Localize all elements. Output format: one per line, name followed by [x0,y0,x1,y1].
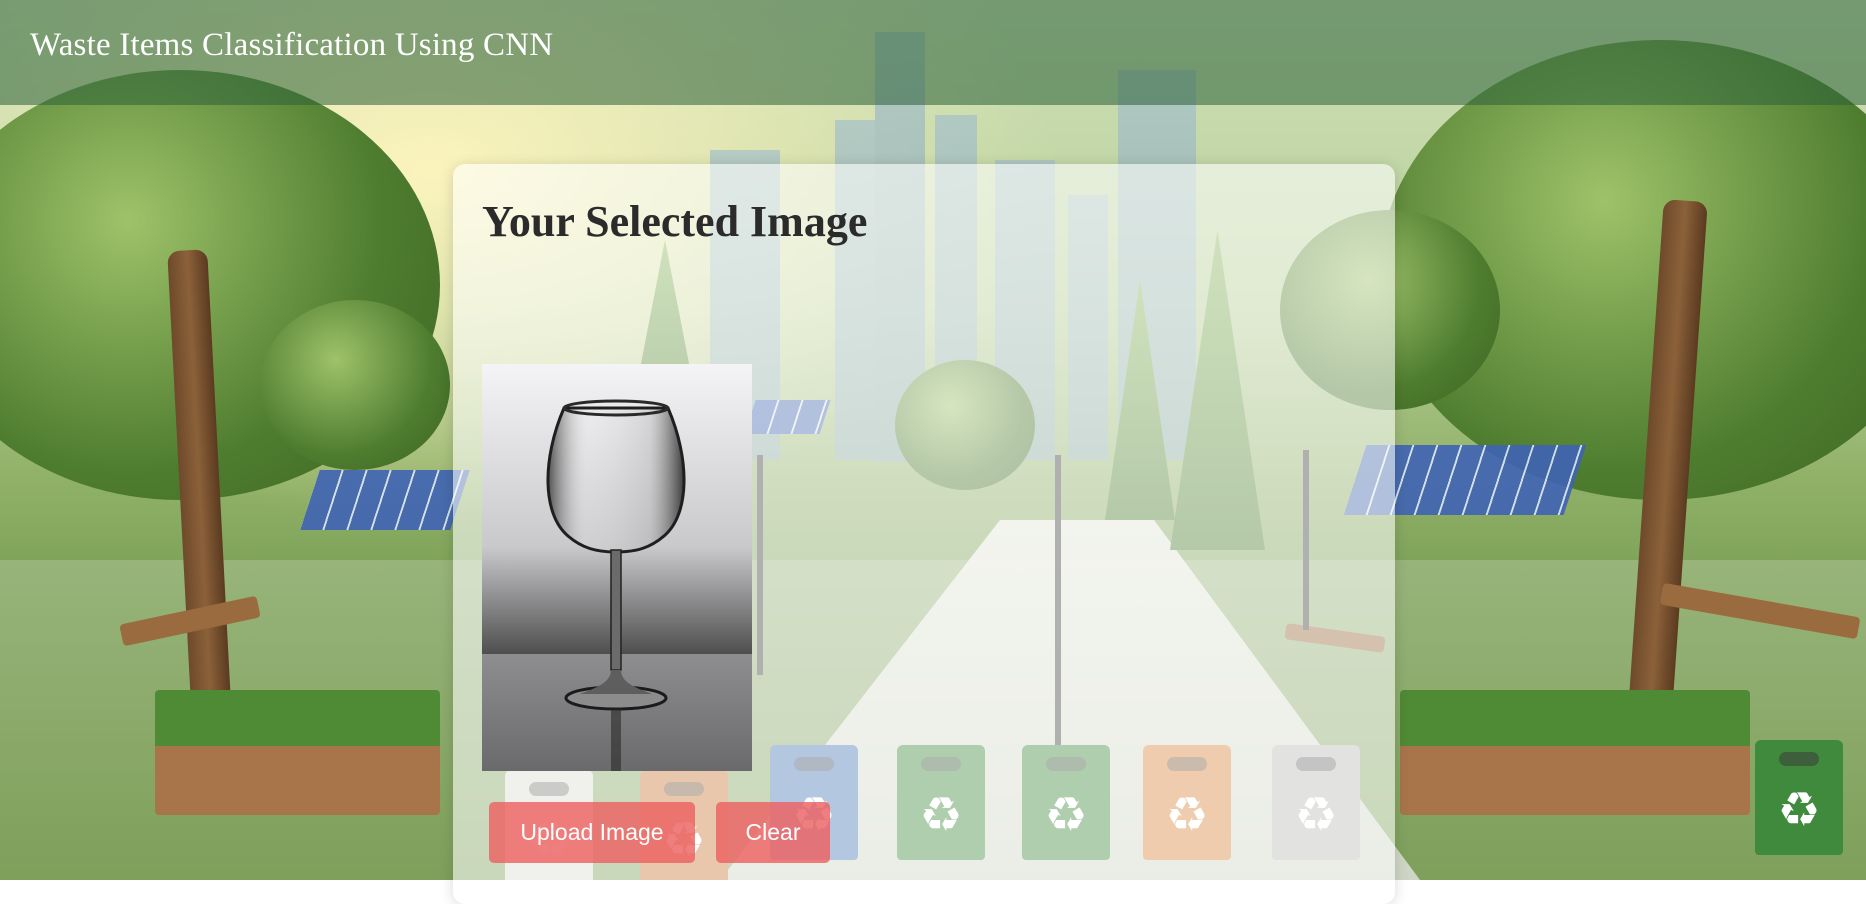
app-header: Waste Items Classification Using CNN [0,0,1866,105]
wine-glass-icon [546,399,686,771]
card-heading: Your Selected Image [482,197,868,246]
recycling-bin [1755,740,1843,855]
selected-image-preview [482,364,752,771]
planter-box [1400,690,1750,815]
image-card: Your Selected Image Upload Image Clear [453,164,1395,904]
solar-panel [300,470,470,530]
clear-button[interactable]: Clear [716,802,830,863]
planter-box [155,690,440,815]
tree-canopy [260,300,450,470]
upload-image-button[interactable]: Upload Image [489,802,695,863]
app-title: Waste Items Classification Using CNN [30,27,554,63]
